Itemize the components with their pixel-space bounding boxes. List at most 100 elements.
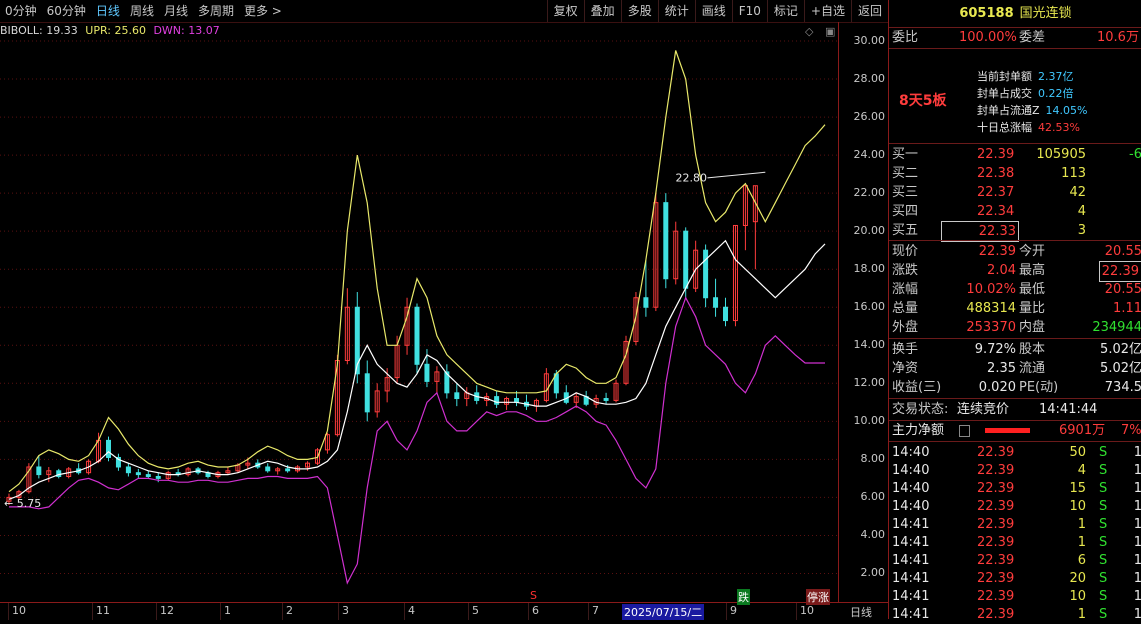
fund-row: 净资 2.35 流通 5.02亿: [892, 361, 1141, 376]
x-tick-sep: [220, 603, 221, 620]
quote-row: 现价 22.39 今开 20.55: [892, 244, 1141, 259]
trade-row[interactable]: 14:40 22.39 15 S 1: [889, 479, 1141, 498]
candle-body: [145, 474, 151, 477]
y-tick-label: 26.00: [853, 110, 886, 124]
trade-row[interactable]: 14:41 22.39 1 S 1: [889, 533, 1141, 552]
x-tick-label: 7: [592, 604, 599, 617]
weicha-value: 10.6万: [1097, 30, 1139, 45]
x-tick-sep: [8, 603, 9, 620]
tool-button-1[interactable]: 叠加: [583, 0, 621, 22]
period-tab-4[interactable]: 月线: [159, 0, 193, 22]
chart-toolbar: 0分钟 60分钟 日线 周线 月线 多周期 更多 > 复权 叠加 多股 统计 画线 F10 标记 +自选返…: [0, 0, 888, 23]
bid-row[interactable]: 买四 22.34 4: [889, 202, 1141, 221]
period-tab-3[interactable]: 周线: [125, 0, 159, 22]
candle-body: [155, 475, 161, 479]
candle-body: [364, 373, 370, 413]
x-tick-label: 3: [342, 604, 349, 617]
x-tick-sep: [796, 603, 797, 620]
y-tick-label: 18.00: [853, 262, 886, 276]
trade-row[interactable]: 14:41 22.39 10 S 1: [889, 587, 1141, 606]
candle-body: [36, 466, 42, 476]
tool-button-4[interactable]: 画线: [694, 0, 732, 22]
y-tick-label: 28.00: [853, 72, 886, 86]
bid-row[interactable]: 买一 22.39 105905 -6: [889, 145, 1141, 164]
candle-body: [454, 392, 460, 400]
x-tick-label: 5: [472, 604, 479, 617]
x-tick-label: 6: [532, 604, 539, 617]
y-tick-label: 20.00: [853, 224, 886, 238]
tool-button-7[interactable]: +自选: [803, 0, 851, 22]
y-tick-label: 4.00: [860, 528, 886, 542]
bid-row[interactable]: 买五 22.33 3: [889, 221, 1141, 242]
candle-body: [105, 439, 111, 458]
x-tick-label: 9: [730, 604, 737, 617]
weibi-row: 委比 100.00% 委差 10.6万: [892, 30, 1139, 45]
seal-line: 封单占成交 0.22倍: [977, 87, 1074, 100]
quote-row: 涨幅 10.02% 最低 20.55: [892, 282, 1141, 297]
kline-chart-area[interactable]: 0分钟 60分钟 日线 周线 月线 多周期 更多 > 复权 叠加 多股 统计 画线 F10 标记 +自选返…: [0, 0, 888, 620]
trade-row[interactable]: 14:41 22.39 1 S 1: [889, 605, 1141, 624]
bid-volume: 4: [1077, 204, 1086, 219]
quote-panel: 605188 国光连锁 委比 100.00% 委差 10.6万 8天5板 当前封单…: [888, 0, 1141, 622]
candle-body: [703, 249, 709, 299]
trade-row[interactable]: 14:41 22.39 20 S 1: [889, 569, 1141, 588]
cursor-date: 2025/07/15/二: [622, 604, 705, 620]
y-tick-label: 12.00: [853, 376, 886, 390]
x-tick-sep: [528, 603, 529, 620]
bid-row[interactable]: 买三 22.37 42: [889, 183, 1141, 202]
mark-halt: 停涨: [806, 589, 830, 605]
low-price-label: ← 5.75: [4, 497, 41, 510]
candle-body: [424, 363, 430, 382]
period-tab-2[interactable]: 日线: [91, 0, 125, 22]
x-tick-label: 10: [12, 604, 26, 617]
bid-row[interactable]: 买二 22.38 113: [889, 164, 1141, 183]
tool-button-5[interactable]: F10: [731, 0, 767, 22]
axis-period: 日线: [850, 606, 872, 619]
trade-row[interactable]: 14:41 22.39 6 S 1: [889, 551, 1141, 570]
candle-body: [135, 472, 141, 476]
price-plot[interactable]: 22.80 ← 5.75: [0, 22, 838, 602]
tool-button-2[interactable]: 多股: [620, 0, 658, 22]
candle-body: [125, 466, 131, 474]
candle-body: [265, 466, 271, 472]
bid-volume: 3: [1077, 223, 1086, 238]
period-tab-5[interactable]: 多周期: [193, 0, 239, 22]
flow-bar: [985, 428, 1030, 433]
quote-row: 涨跌 2.04 最高 22.39: [889, 261, 1141, 282]
x-tick-label: 12: [160, 604, 174, 617]
candle-body: [494, 396, 500, 405]
candle-body: [713, 297, 719, 308]
weibi-value: 100.00%: [959, 30, 1017, 45]
stock-code: 605188: [959, 6, 1014, 21]
list-icon[interactable]: [959, 425, 970, 437]
fund-row: 换手 9.72% 股本 5.02亿: [892, 342, 1141, 357]
trade-row[interactable]: 14:40 22.39 50 S 1: [889, 443, 1141, 462]
bid-volume: 105905: [1036, 147, 1086, 162]
x-tick-label: 11: [96, 604, 110, 617]
period-tab-0[interactable]: 0分钟: [0, 0, 42, 22]
trade-row[interactable]: 14:41 22.39 1 S 1: [889, 515, 1141, 534]
tool-button-8[interactable]: 返回: [850, 0, 888, 22]
period-tab-1[interactable]: 60分钟: [42, 0, 91, 22]
x-tick-sep: [404, 603, 405, 620]
main-flow-row[interactable]: 主力净额 6901万 7%: [889, 421, 1141, 440]
main-flow-pct: 7%: [1121, 423, 1141, 438]
x-tick-sep: [338, 603, 339, 620]
trade-row[interactable]: 14:40 22.39 4 S 1: [889, 461, 1141, 480]
status-row: 交易状态: 连续竞价 14:41:44: [892, 402, 1098, 417]
tool-button-6[interactable]: 标记: [766, 0, 804, 22]
tool-button-0[interactable]: 复权: [546, 0, 584, 22]
date-axis: 2025/07/15/二 S 跌 停涨 日线 10 11 12 1 2 3 4 5 6 7 9 10: [0, 589, 888, 620]
high-price-label: 22.80: [675, 172, 707, 185]
trade-row[interactable]: 14:40 22.39 10 S 1: [889, 497, 1141, 516]
status-time: 14:41:44: [1039, 402, 1098, 417]
x-tick-label: 2: [286, 604, 293, 617]
candle-body: [683, 230, 689, 289]
tool-buttons: 复权 叠加 多股 统计 画线 F10 标记 +自选 返回: [546, 0, 888, 22]
candle-body: [643, 297, 649, 308]
stock-name: 国光连锁: [1019, 6, 1072, 21]
x-tick-label: 10: [800, 604, 814, 617]
period-tab-6[interactable]: 更多 >: [239, 0, 287, 22]
tool-button-3[interactable]: 统计: [657, 0, 695, 22]
mark-fall: 跌: [737, 589, 750, 605]
